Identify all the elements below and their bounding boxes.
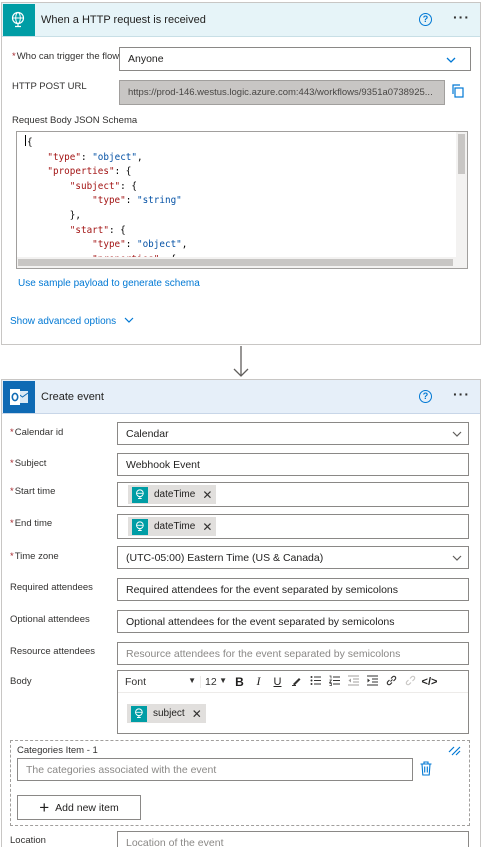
globe-icon (3, 4, 35, 36)
subject-label: *Subject (10, 458, 47, 469)
calendar-id-label: *Calendar id (10, 427, 64, 438)
add-new-item-button[interactable]: + Add new item (17, 795, 141, 820)
chevron-down-icon (446, 57, 456, 63)
who-can-trigger-label: *Who can trigger the flow? (12, 51, 125, 62)
code-line: "type": "object", (92, 239, 188, 251)
trigger-title: When a HTTP request is received (41, 13, 206, 26)
body-label: Body (10, 676, 32, 687)
action-title: Create event (41, 390, 104, 403)
switch-input-mode-icon[interactable] (448, 746, 461, 756)
start-datetime-token[interactable]: dateTime ✕ (128, 485, 217, 504)
caret-down-icon: ▼ (219, 675, 227, 685)
rich-text-toolbar: Font ▼ 12 ▼ B I U </> (118, 671, 468, 693)
horizontal-scrollbar[interactable] (17, 257, 467, 268)
code-line: "subject": { (69, 180, 137, 192)
resource-attendees-input[interactable]: Resource attendees for the event separat… (117, 642, 469, 665)
remove-token-icon[interactable]: ✕ (202, 521, 212, 533)
end-datetime-token[interactable]: dateTime ✕ (128, 517, 217, 536)
request-body-schema-label: Request Body JSON Schema (12, 115, 138, 126)
body-content[interactable]: subject ✕ (127, 704, 206, 723)
time-zone-label: *Time zone (10, 551, 59, 562)
http-trigger-card: When a HTTP request is received ? ··· *W… (1, 2, 481, 345)
more-options-icon[interactable]: ··· (453, 9, 470, 25)
unlink-icon[interactable] (401, 675, 420, 689)
underline-icon[interactable]: U (268, 676, 287, 688)
http-post-url-label: HTTP POST URL (12, 81, 87, 92)
bold-icon[interactable]: B (230, 675, 249, 689)
trash-icon[interactable] (420, 761, 432, 776)
remove-token-icon[interactable]: ✕ (192, 708, 202, 720)
subject-token[interactable]: subject ✕ (127, 704, 206, 723)
resource-attendees-label: Resource attendees (10, 646, 96, 657)
chevron-down-icon (124, 317, 134, 323)
code-view-icon[interactable]: </> (420, 676, 439, 688)
start-time-label: *Start time (10, 486, 56, 497)
code-line: "type": "object", (47, 151, 143, 163)
bullet-list-icon[interactable] (306, 675, 325, 689)
caret-down-icon: ▼ (188, 675, 196, 685)
body-rich-text-editor[interactable]: Font ▼ 12 ▼ B I U </> subject ✕ (117, 670, 469, 734)
show-advanced-options-link[interactable]: Show advanced options (10, 316, 134, 327)
numbered-list-icon[interactable] (325, 675, 344, 689)
who-can-trigger-dropdown[interactable]: Anyone (119, 47, 471, 71)
generate-schema-link[interactable]: Use sample payload to generate schema (18, 278, 200, 289)
copy-icon[interactable] (451, 84, 465, 98)
action-card-header[interactable]: Create event ? ··· (2, 380, 480, 414)
code-line: "properties": { (47, 166, 132, 178)
json-schema-code: { "type": "object", "properties": { "sub… (25, 135, 188, 268)
location-label: Location (10, 835, 46, 846)
optional-attendees-input[interactable]: Optional attendees for the event separat… (117, 610, 469, 633)
required-attendees-label: Required attendees (10, 582, 93, 593)
code-line: "start": { (69, 224, 126, 236)
highlight-pen-icon[interactable] (287, 675, 306, 689)
trigger-card-header[interactable]: When a HTTP request is received ? ··· (2, 3, 480, 37)
start-time-input[interactable]: dateTime ✕ (117, 482, 469, 507)
globe-icon (132, 518, 148, 535)
http-post-url-field[interactable]: https://prod-146.westus.logic.azure.com:… (119, 80, 445, 105)
globe-icon (131, 705, 147, 722)
increase-indent-icon[interactable] (363, 675, 382, 689)
chevron-down-icon (452, 555, 462, 561)
flow-connector-arrow (233, 346, 249, 377)
code-line: { (25, 135, 33, 148)
time-zone-dropdown[interactable]: (UTC-05:00) Eastern Time (US & Canada) (117, 546, 469, 569)
end-time-label: *End time (10, 518, 53, 529)
calendar-id-dropdown[interactable]: Calendar (117, 422, 469, 445)
decrease-indent-icon[interactable] (344, 675, 363, 689)
optional-attendees-label: Optional attendees (10, 614, 90, 625)
categories-item-label: Categories Item - 1 (17, 745, 98, 756)
code-line: "type": "string" (92, 195, 182, 207)
chevron-down-icon (452, 431, 462, 437)
link-icon[interactable] (382, 675, 401, 689)
help-icon[interactable]: ? (419, 390, 432, 403)
outlook-icon (3, 381, 35, 413)
required-attendees-input[interactable]: Required attendees for the event separat… (117, 578, 469, 601)
remove-token-icon[interactable]: ✕ (202, 489, 212, 501)
italic-icon[interactable]: I (249, 674, 268, 689)
globe-icon (132, 486, 148, 503)
help-icon[interactable]: ? (419, 13, 432, 26)
more-options-icon[interactable]: ··· (453, 386, 470, 402)
json-schema-editor[interactable]: { "type": "object", "properties": { "sub… (16, 131, 468, 269)
font-family-dropdown[interactable]: Font ▼ (118, 676, 200, 688)
font-size-dropdown[interactable]: 12 ▼ (200, 675, 230, 688)
categories-input[interactable]: The categories associated with the event (17, 758, 413, 781)
plus-icon: + (39, 797, 50, 817)
vertical-scrollbar[interactable] (456, 132, 467, 258)
categories-array-box: Categories Item - 1 The categories assoc… (10, 740, 470, 826)
location-input[interactable]: Location of the event (117, 831, 469, 847)
subject-input[interactable]: Webhook Event (117, 453, 469, 476)
code-line: }, (25, 209, 81, 221)
end-time-input[interactable]: dateTime ✕ (117, 514, 469, 539)
